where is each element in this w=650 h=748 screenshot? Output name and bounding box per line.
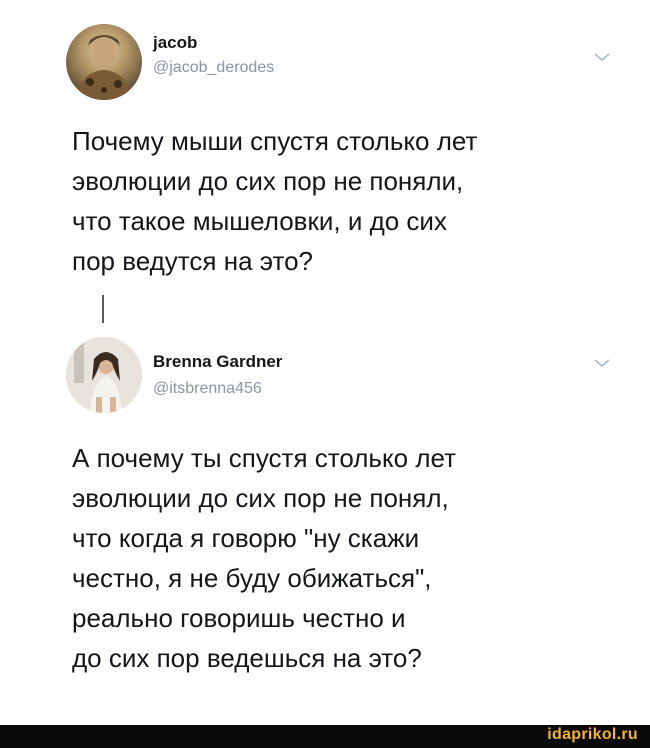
tweet-reply: Brenna Gardner @itsbrenna456 А почему ты… [0, 300, 650, 725]
author-handle[interactable]: @jacob_derodes [153, 59, 274, 77]
tweet-text: А почему ты спустя столько лет эволюции … [72, 438, 632, 678]
avatar[interactable] [66, 337, 142, 413]
tweet-text-line: что когда я говорю "ну скажи [72, 523, 420, 553]
tweet-text-line: Почему мыши спустя столько лет [72, 126, 478, 156]
watermark-text[interactable]: idaprikol.ru [547, 726, 638, 744]
profile-photo-icon [76, 35, 132, 100]
tweet-text-line: реально говоришь честно и [72, 603, 406, 633]
author-handle[interactable]: @itsbrenna456 [153, 380, 262, 398]
tweet-text: Почему мыши спустя столько лет эволюции … [72, 121, 632, 281]
tweet-text-line: эволюции до сих пор не поняли, [72, 166, 464, 196]
tweet-text-line: А почему ты спустя столько лет [72, 443, 456, 473]
profile-photo-icon [66, 337, 142, 413]
chevron-down-icon[interactable] [591, 356, 613, 370]
tweet-text-line: до сих пор ведешься на это? [72, 643, 422, 673]
tweet-text-line: честно, я не буду обижаться", [72, 563, 432, 593]
author-name[interactable]: Brenna Gardner [153, 352, 282, 372]
tweet-text-line: что такое мышеловки, и до сих [72, 206, 447, 236]
tweet-text-line: пор ведутся на это? [72, 246, 313, 276]
tweet-text-line: эволюции до сих пор не понял, [72, 483, 449, 513]
author-name[interactable]: jacob [153, 33, 197, 53]
tweet-original: jacob @jacob_derodes Почему мыши спустя … [0, 0, 650, 300]
chevron-down-icon[interactable] [591, 50, 613, 64]
avatar[interactable] [66, 24, 142, 100]
watermark-bar: idaprikol.ru [0, 725, 650, 748]
